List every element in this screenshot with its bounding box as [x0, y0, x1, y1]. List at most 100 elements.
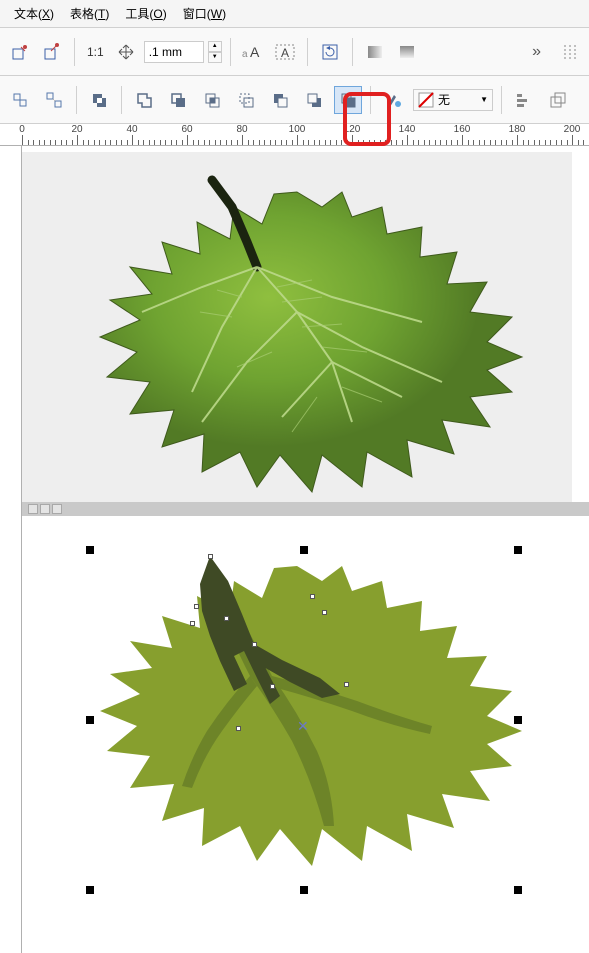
- ungroup-icon: [45, 91, 63, 109]
- nudge-input[interactable]: [144, 41, 204, 63]
- svg-text:A: A: [250, 44, 260, 60]
- nudge-spinner: ▲ ▼: [208, 41, 222, 63]
- combine-button[interactable]: [85, 86, 113, 114]
- pen-drop-icon: [384, 91, 402, 109]
- selection-handle[interactable]: [514, 716, 522, 724]
- canvas[interactable]: ✕: [22, 146, 589, 953]
- text-frame-button[interactable]: A: [271, 38, 299, 66]
- separator: [121, 86, 122, 114]
- ruler-tick-label: 40: [126, 124, 137, 135]
- selection-handle[interactable]: [86, 886, 94, 894]
- selection-handle[interactable]: [514, 886, 522, 894]
- menu-text[interactable]: 文本(X): [6, 1, 62, 26]
- status-block: [52, 504, 62, 514]
- front-minus-back-button[interactable]: [266, 86, 294, 114]
- spinner-up-button[interactable]: ▲: [208, 41, 222, 52]
- separator: [352, 38, 353, 66]
- dropdown-arrow-icon: ▼: [480, 95, 488, 104]
- menu-window[interactable]: 窗口(W): [175, 1, 234, 26]
- node-handle[interactable]: [310, 594, 315, 599]
- svg-text:a: a: [242, 49, 248, 60]
- ruler-tick-label: 0: [19, 124, 25, 135]
- nudge-cross-icon: [117, 43, 135, 61]
- ruler-vertical[interactable]: [0, 146, 22, 953]
- simplify-button[interactable]: [232, 86, 260, 114]
- bmf-icon: [305, 91, 323, 109]
- overflow-button[interactable]: »: [532, 43, 543, 61]
- grad-v-icon: [398, 43, 416, 61]
- toolbar-shaping: 无 ▼: [0, 76, 589, 124]
- order-button[interactable]: [544, 86, 572, 114]
- align-distribute-button[interactable]: [510, 86, 538, 114]
- node-handle[interactable]: [270, 684, 275, 689]
- intersect-button[interactable]: [198, 86, 226, 114]
- align-icon: [515, 91, 533, 109]
- customize-icon: [562, 43, 576, 61]
- leaf-photo-panel: [22, 152, 572, 502]
- selection-handle[interactable]: [300, 546, 308, 554]
- ruler-tick-label: 120: [344, 124, 361, 135]
- selection-handle[interactable]: [514, 546, 522, 554]
- ruler-tick-label: 20: [71, 124, 82, 135]
- separator: [74, 38, 75, 66]
- zoom-ratio-label: 1:1: [83, 45, 108, 59]
- node-handle[interactable]: [224, 616, 229, 621]
- ruler-tick-label: 140: [399, 124, 416, 135]
- boundary-button[interactable]: [334, 86, 362, 114]
- simplify-icon: [237, 91, 255, 109]
- status-block: [28, 504, 38, 514]
- fill-label: 无: [438, 91, 450, 108]
- selection-handle[interactable]: [300, 886, 308, 894]
- selection-handle[interactable]: [86, 546, 94, 554]
- ruler-tick-label: 180: [509, 124, 526, 135]
- combine-icon: [90, 91, 108, 109]
- gradient-vertical-button[interactable]: [393, 38, 421, 66]
- separator: [76, 86, 77, 114]
- trim-icon: [169, 91, 187, 109]
- selection-handle[interactable]: [86, 716, 94, 724]
- boundary-icon: [339, 91, 357, 109]
- ruler-tick-label: 60: [181, 124, 192, 135]
- ruler-tick-label: 200: [564, 124, 581, 135]
- menu-tools[interactable]: 工具(O): [117, 1, 174, 26]
- customize-button[interactable]: [555, 38, 583, 66]
- toolbar-top: 1:1 ▲ ▼ aA A »: [0, 28, 589, 76]
- refresh-button[interactable]: [316, 38, 344, 66]
- separator: [307, 38, 308, 66]
- aA-icon: aA: [242, 43, 264, 61]
- ruler-tick-label: 160: [454, 124, 471, 135]
- node-handle[interactable]: [208, 554, 213, 559]
- node-handle[interactable]: [344, 682, 349, 687]
- trim-button[interactable]: [164, 86, 192, 114]
- ruler-tick-label: 100: [289, 124, 306, 135]
- nudge-settings-button[interactable]: [112, 38, 140, 66]
- gradient-horizontal-button[interactable]: [361, 38, 389, 66]
- ruler-tick-label: 80: [236, 124, 247, 135]
- group-button[interactable]: [6, 86, 34, 114]
- back-minus-front-button[interactable]: [300, 86, 328, 114]
- node-handle[interactable]: [236, 726, 241, 731]
- text-case-button[interactable]: aA: [239, 38, 267, 66]
- ungroup-button[interactable]: [40, 86, 68, 114]
- node-handle[interactable]: [190, 621, 195, 626]
- fmb-icon: [271, 91, 289, 109]
- snap-off-button[interactable]: [38, 38, 66, 66]
- canvas-area: ✕: [0, 146, 589, 953]
- grad-h-icon: [366, 43, 384, 61]
- weld-button[interactable]: [130, 86, 158, 114]
- leaf-vector-panel: ✕: [22, 526, 572, 926]
- node-handle[interactable]: [252, 642, 257, 647]
- spinner-down-button[interactable]: ▼: [208, 52, 222, 63]
- weld-icon: [135, 91, 153, 109]
- center-marker-icon: ✕: [297, 721, 307, 731]
- fill-swatch-none-icon: [418, 92, 434, 108]
- node-handle[interactable]: [194, 604, 199, 609]
- separator: [230, 38, 231, 66]
- fill-select[interactable]: 无 ▼: [413, 89, 493, 111]
- snap-off-icon: [43, 43, 61, 61]
- snap-to-button[interactable]: [6, 38, 34, 66]
- node-handle[interactable]: [322, 610, 327, 615]
- ruler-horizontal[interactable]: 0 20 40 60 80 100 120 140 160 180 200: [0, 124, 589, 146]
- outline-color-button[interactable]: [379, 86, 407, 114]
- menu-table[interactable]: 表格(T): [62, 1, 117, 26]
